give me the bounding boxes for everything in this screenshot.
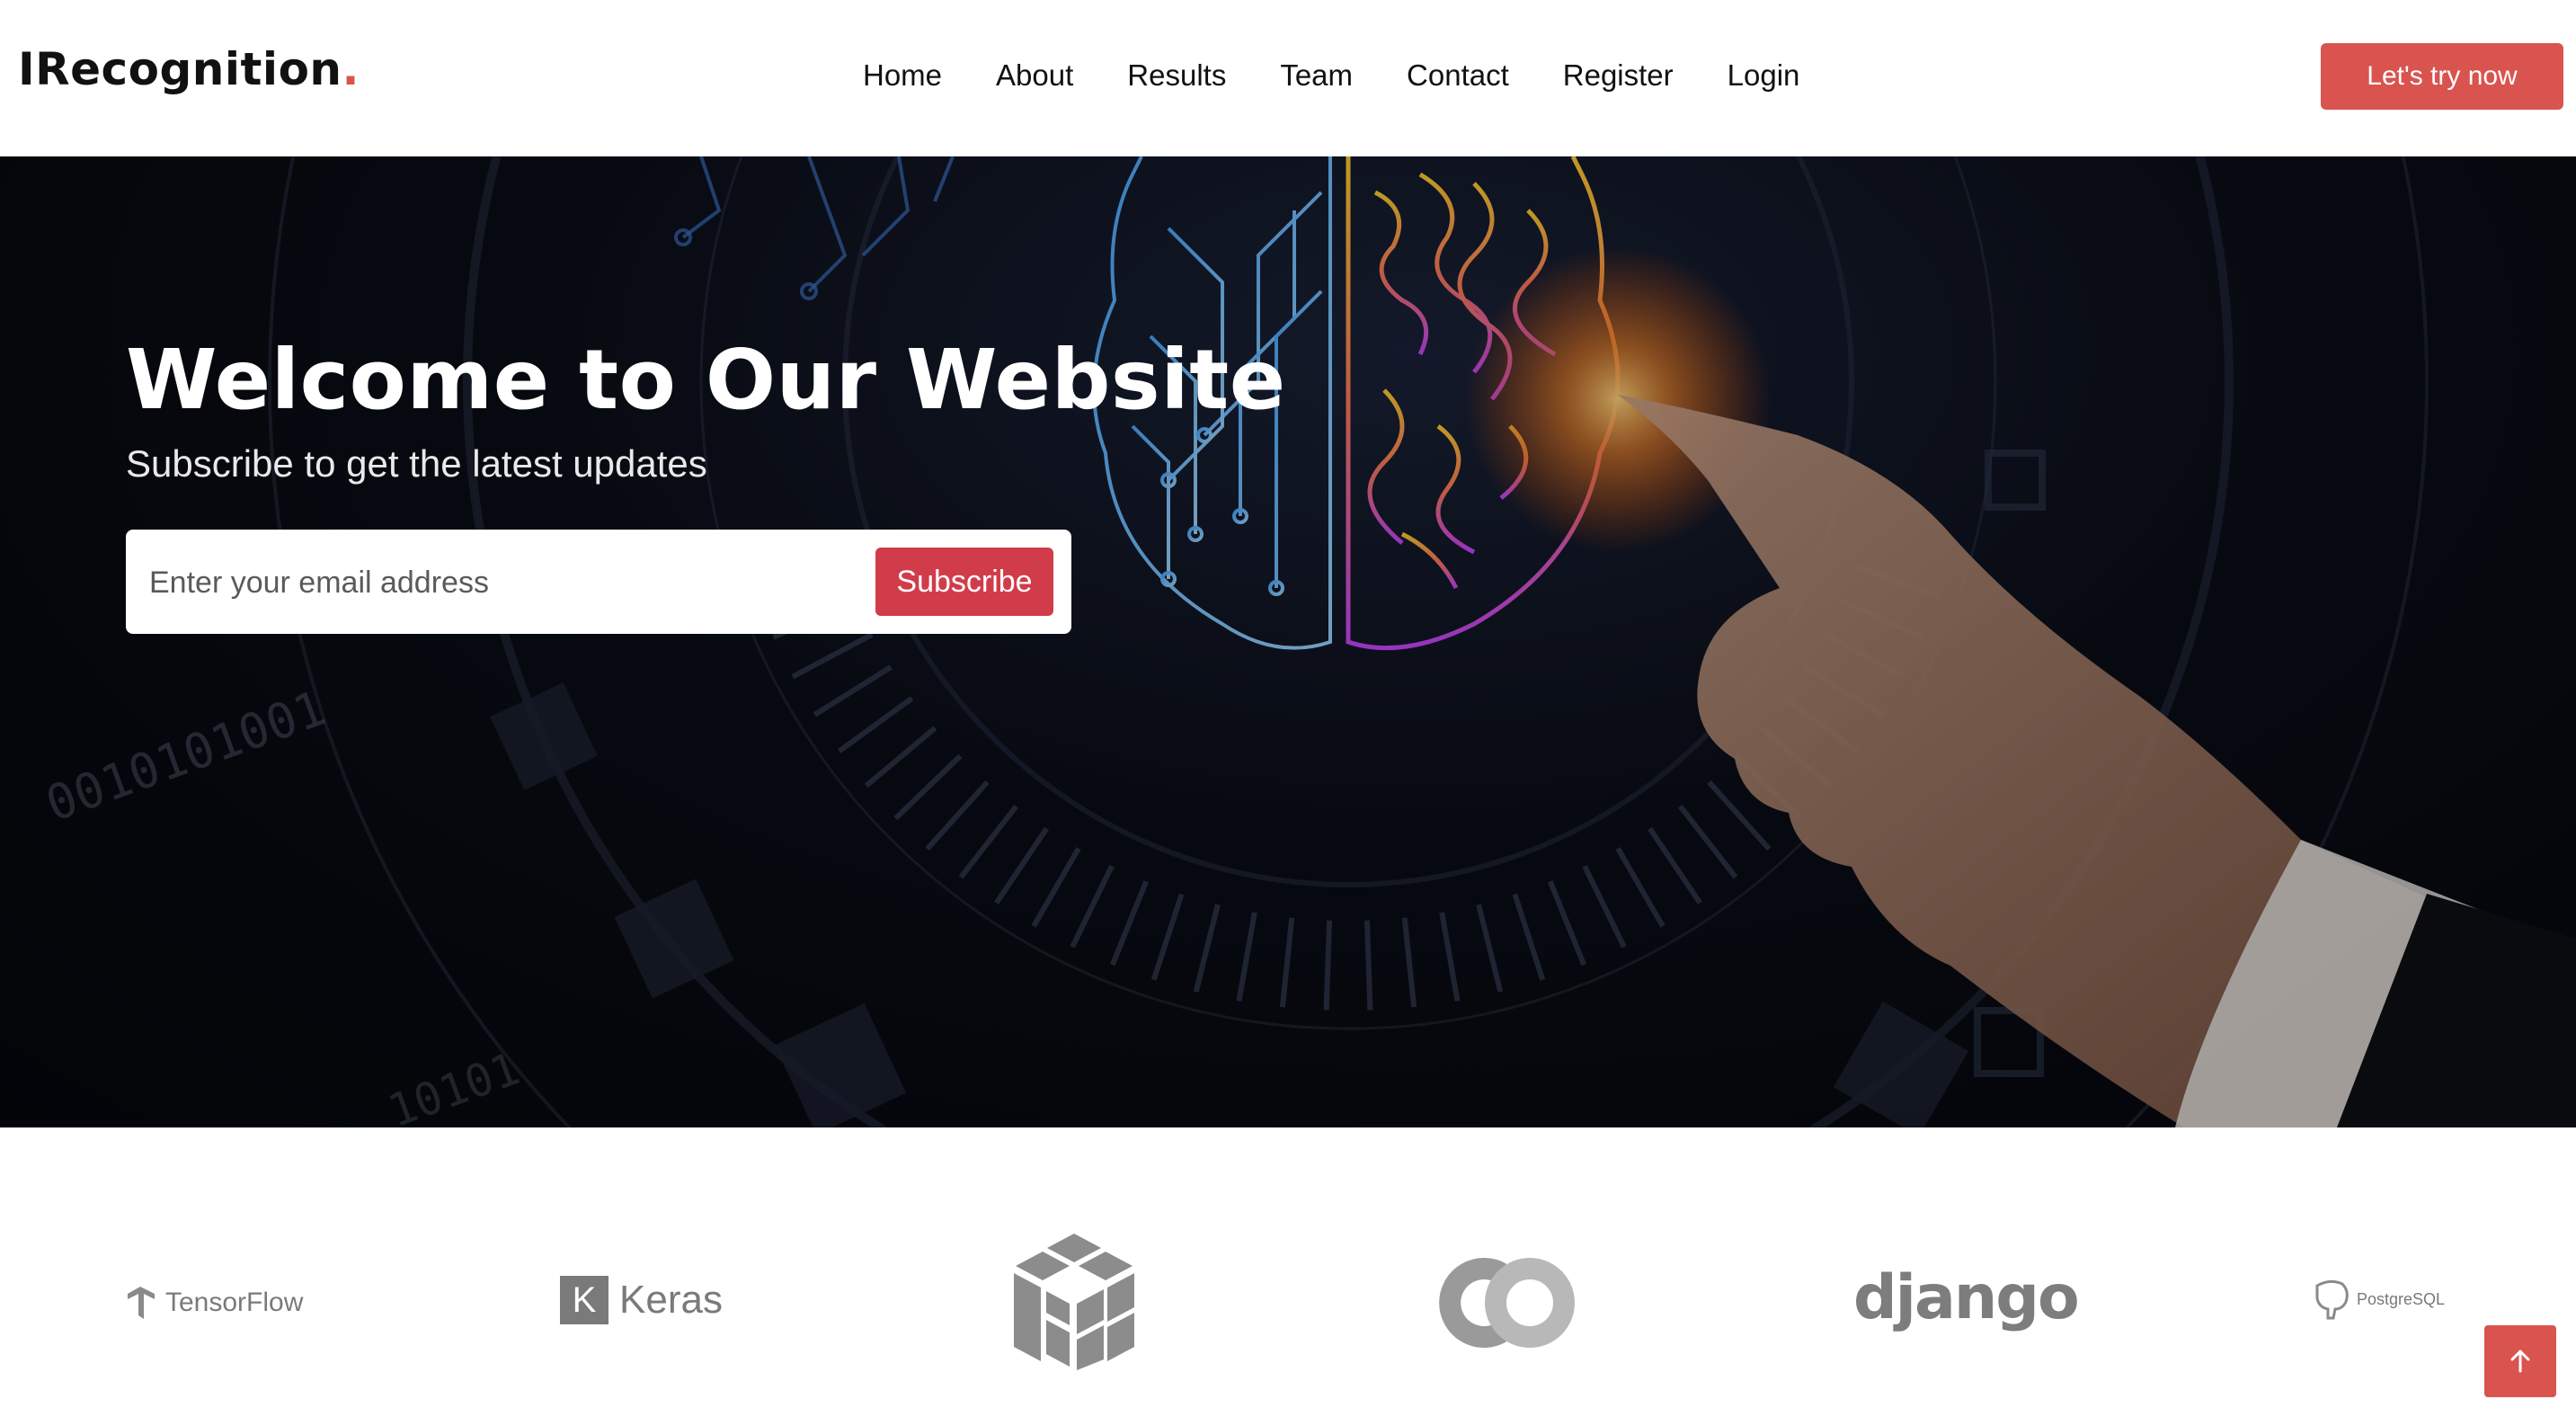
numpy-logo: [1007, 1226, 1141, 1375]
tensorflow-logo: TensorFlow: [126, 1285, 303, 1321]
site-header: IRecognition. Home About Results Team Co…: [0, 0, 2576, 156]
tensorflow-icon: [128, 1287, 155, 1319]
hero-background-image: 0010101001 10101: [0, 156, 2576, 1127]
nav-login[interactable]: Login: [1728, 50, 1800, 101]
keras-logo: K Keras: [560, 1276, 723, 1324]
email-input[interactable]: [147, 546, 780, 619]
main-nav: Home About Results Team Contact Register…: [863, 50, 1853, 101]
colab-logo: [1429, 1253, 1582, 1357]
nav-home[interactable]: Home: [863, 50, 942, 101]
nav-results[interactable]: Results: [1127, 50, 1226, 101]
hero-section: 0010101001 10101 Welcome to Our Website …: [0, 156, 2576, 1127]
try-now-button[interactable]: Let's try now: [2321, 43, 2563, 110]
nav-contact[interactable]: Contact: [1407, 50, 1509, 101]
django-logo: django: [1853, 1262, 2080, 1333]
postgresql-logo: PostgreSQL: [2312, 1279, 2445, 1320]
numpy-icon: [1014, 1234, 1134, 1370]
nav-register[interactable]: Register: [1563, 50, 1674, 101]
nav-about[interactable]: About: [996, 50, 1073, 101]
postgresql-label: PostgreSQL: [2357, 1289, 2446, 1308]
back-to-top-button[interactable]: [2484, 1325, 2556, 1397]
subscribe-form: Subscribe: [126, 530, 1071, 634]
colab-icon: [1439, 1258, 1575, 1348]
hero-subtitle: Subscribe to get the latest updates: [126, 442, 707, 485]
tech-logos-strip: TensorFlow K Keras django PostgreSQL: [0, 1127, 2576, 1408]
tensorflow-label: TensorFlow: [165, 1288, 304, 1317]
keras-icon: K: [560, 1276, 608, 1324]
subscribe-button[interactable]: Subscribe: [875, 548, 1053, 616]
logo-dot: .: [342, 43, 360, 95]
logo-text: IRecognition: [18, 43, 342, 95]
nav-team[interactable]: Team: [1280, 50, 1353, 101]
hero-title: Welcome to Our Website: [126, 332, 1286, 428]
elephant-icon: [2315, 1279, 2349, 1320]
arrow-up-icon: [2510, 1350, 2530, 1373]
keras-label: Keras: [619, 1278, 723, 1322]
site-logo[interactable]: IRecognition.: [18, 43, 360, 95]
